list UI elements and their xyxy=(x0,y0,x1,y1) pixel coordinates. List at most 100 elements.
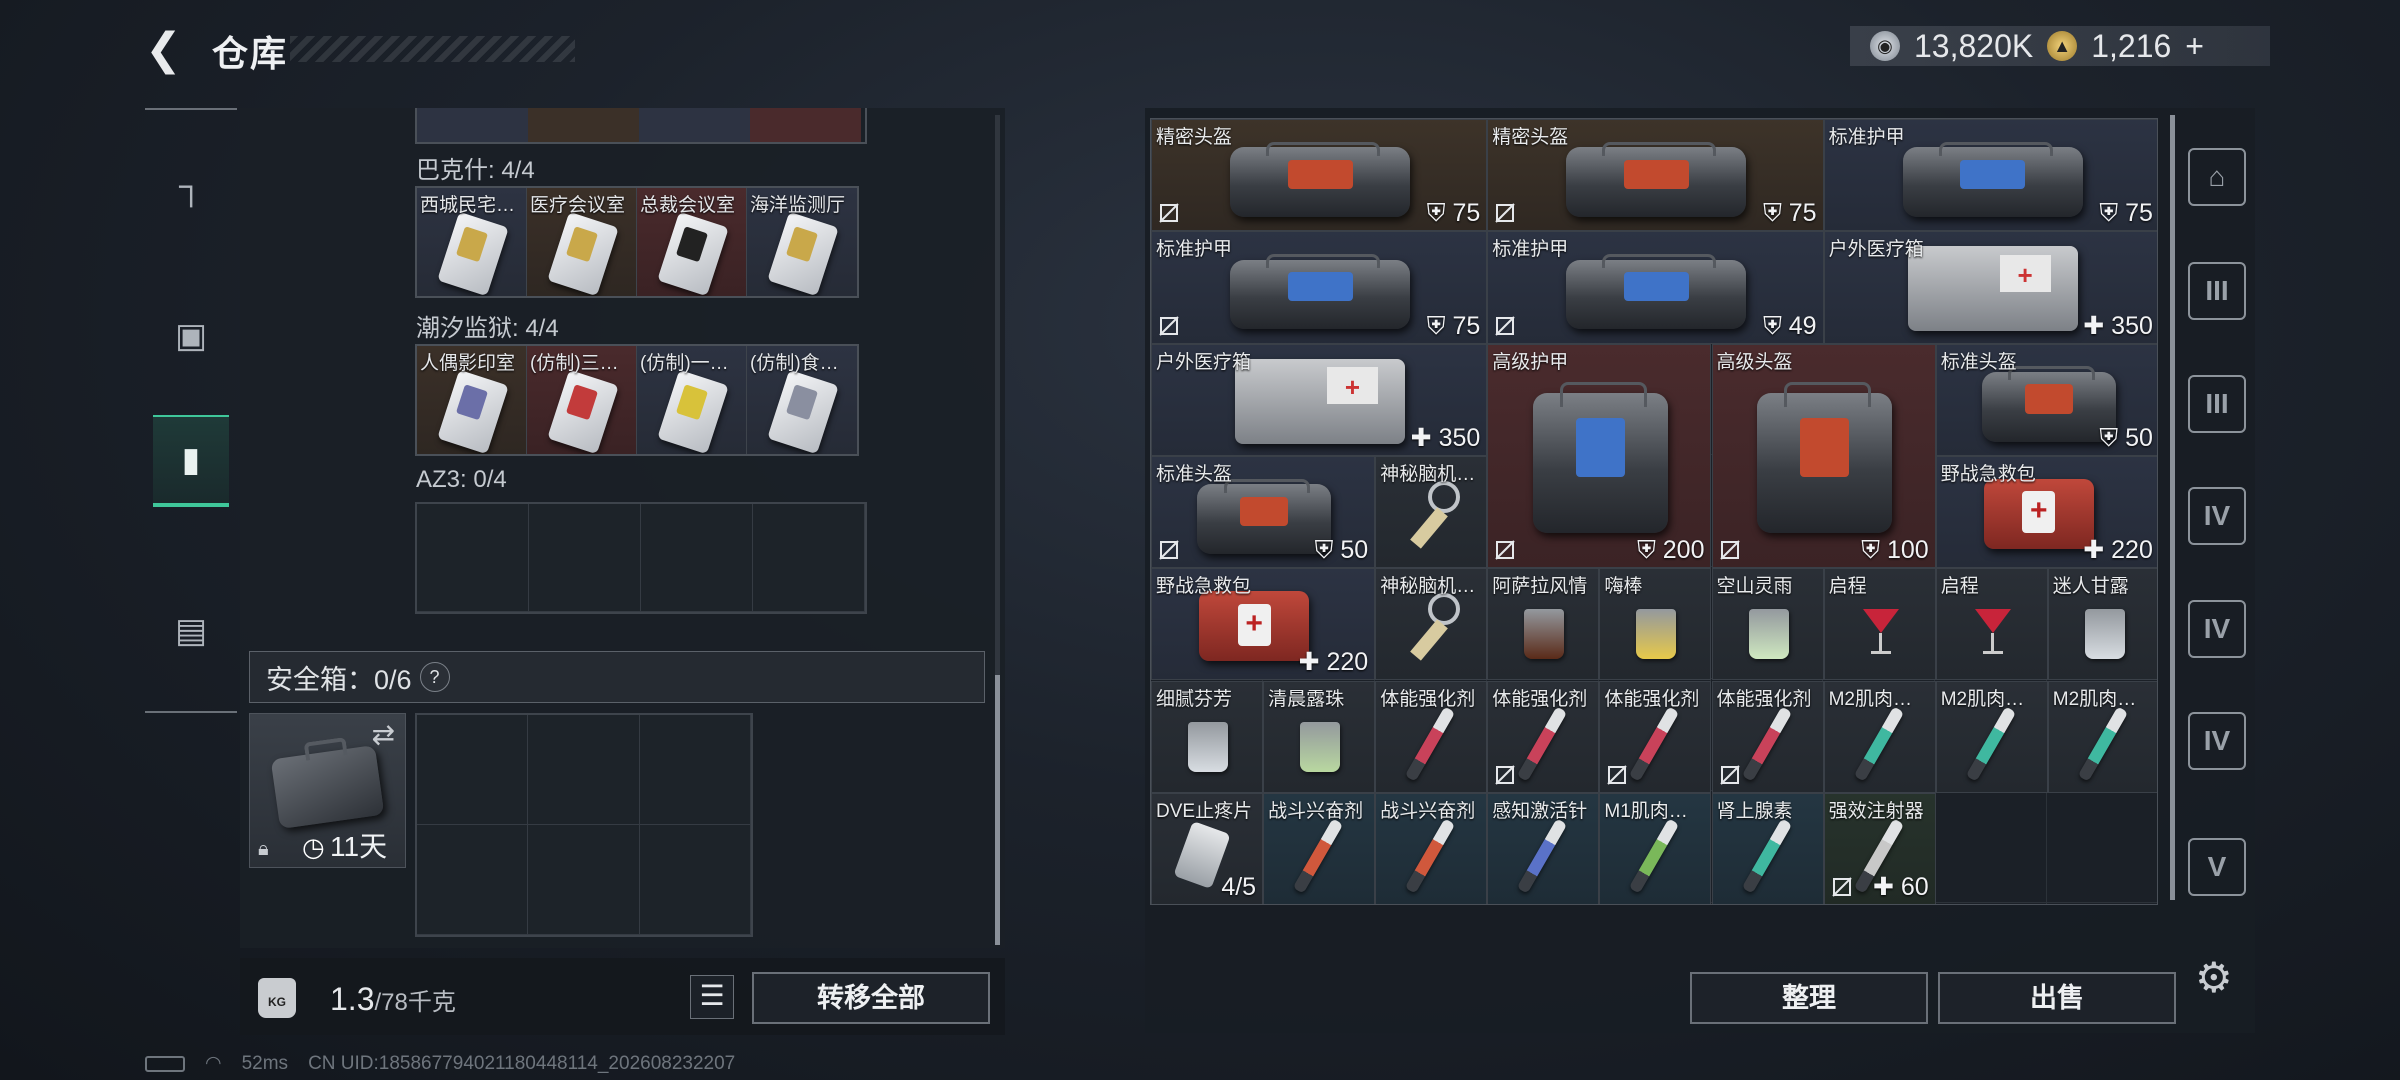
safebox-timer: 11天 xyxy=(330,831,388,862)
inventory-item[interactable]: 启程 xyxy=(1823,568,1936,681)
keycard-label: (仿制)食… xyxy=(750,353,839,374)
back-arrow-icon[interactable]: ❮ xyxy=(145,28,185,72)
inventory-item[interactable]: 高级护甲 ⛨ 200 xyxy=(1487,343,1712,569)
right-nav-label: V xyxy=(2207,851,2227,882)
safebox-container[interactable]: ⇄ 🔒︎ ◷ 11天 xyxy=(249,713,406,868)
inventory-item[interactable]: 神秘脑机… xyxy=(1375,568,1488,681)
keycard[interactable]: (仿制)三… xyxy=(527,346,637,454)
currency-bar: ◉ 13,820K ▲ 1,216 + xyxy=(1850,26,2270,66)
inventory-item[interactable]: 户外医疗箱 ✚ 350 xyxy=(1823,231,2157,344)
helmet-slot-icon[interactable]: ⌂ xyxy=(2188,148,2246,206)
keycard-icon xyxy=(767,369,839,454)
tier-3b-icon[interactable]: III xyxy=(2188,375,2246,433)
keycard-label: 医疗会议室 xyxy=(530,195,626,216)
heal-plus-icon: ✚ xyxy=(1298,648,1327,677)
list-view-button[interactable]: ☰ xyxy=(690,975,734,1019)
uid: CN UID:1858677940211804481​14_2026082322… xyxy=(308,1052,736,1074)
tier-3-icon[interactable]: III xyxy=(2188,262,2246,320)
heal-plus-icon: ✚ xyxy=(1410,423,1439,452)
ping: 52ms xyxy=(241,1052,289,1074)
transfer-all-button[interactable]: 转移全部 xyxy=(752,972,990,1024)
no-trade-icon xyxy=(1494,202,1516,224)
inventory-item[interactable]: 战斗兴奋剂 xyxy=(1375,792,1488,904)
item-name: 战斗兴奋剂 xyxy=(1380,800,1476,822)
inventory-item[interactable]: M1肌肉… xyxy=(1599,792,1712,904)
inventory-item[interactable]: 体能强化剂 xyxy=(1711,680,1824,793)
inventory-item[interactable]: 体能强化剂 xyxy=(1599,680,1712,793)
left-nav: ┐ ▣ ▮ ▤ xyxy=(145,108,237,713)
right-nav-label: IV xyxy=(2203,613,2231,644)
keycard-icon xyxy=(657,369,729,454)
inventory-item[interactable]: 启程 xyxy=(1935,568,2048,681)
inventory-item[interactable]: 强效注射器 ✚ 60 xyxy=(1823,792,1936,904)
inventory-item[interactable]: 战斗兴奋剂 xyxy=(1263,792,1376,904)
tier-4-tool-icon[interactable]: IV xyxy=(2188,712,2246,770)
status-bar: ◠ 52ms CN UID:1858677940211804481​14_202… xyxy=(145,1052,735,1075)
inventory-item[interactable]: DVE止疼片 4/5 xyxy=(1151,792,1264,904)
inventory-grid: 精密头盔 ⛨ 75 精密头盔 ⛨ 75 标准护甲 ⛨ 75 标准护甲 ⛨ 75 标准护甲 ⛨ 49… xyxy=(1150,118,2158,905)
sort-button[interactable]: 整理 xyxy=(1690,972,1928,1024)
inventory-item[interactable]: 标准护甲 ⛨ 49 xyxy=(1487,231,1824,344)
injector-icon xyxy=(1741,705,1792,782)
inventory-item[interactable]: 野战急救包 ✚ 220 xyxy=(1151,568,1376,681)
inventory-item[interactable]: 标准头盔 ⛨ 50 xyxy=(1935,343,2157,456)
right-scrollbar[interactable] xyxy=(2170,115,2175,900)
inventory-item[interactable]: M2肌肉… xyxy=(1823,680,1936,793)
inventory-item[interactable]: 肾上腺素 xyxy=(1711,792,1824,904)
inventory-item[interactable]: 标准头盔 ⛨ 50 xyxy=(1151,455,1376,569)
item-name: DVE止疼片 xyxy=(1156,800,1253,822)
nav-keycards[interactable]: ▮ xyxy=(153,415,229,507)
nav-tools[interactable]: ▤ xyxy=(145,585,237,677)
inventory-item[interactable]: 标准护甲 ⛨ 75 xyxy=(1823,119,2157,232)
keycard[interactable]: 海洋监测厅 xyxy=(747,188,857,296)
keycard[interactable]: 总裁会议室 xyxy=(637,188,747,296)
tier-4-folder-icon[interactable]: IV xyxy=(2188,600,2246,658)
item-value-wrap: ⛨ 75 xyxy=(1763,199,1817,228)
inventory-item[interactable]: 精密头盔 ⛨ 75 xyxy=(1151,119,1488,232)
keycard[interactable]: 人偶影印室 xyxy=(417,346,527,454)
keycard[interactable]: 医疗会议室 xyxy=(527,188,637,296)
inventory-item[interactable]: 嗨棒 xyxy=(1599,568,1712,681)
keycard[interactable]: 西城民宅… xyxy=(417,188,527,296)
inventory-item[interactable]: 野战急救包 ✚ 220 xyxy=(1935,455,2157,569)
inventory-item[interactable]: 迷人甘露 xyxy=(2047,568,2157,681)
left-scrollbar[interactable] xyxy=(995,115,1000,945)
safebox-slots[interactable] xyxy=(415,713,753,937)
drink-icon xyxy=(1524,609,1565,660)
durability-shield-icon: ⛨ xyxy=(1763,199,1789,228)
inventory-item[interactable]: 空山灵雨 xyxy=(1711,568,1824,681)
gear-icon[interactable]: ⚙ xyxy=(2195,953,2233,1002)
tier-5-tool-icon[interactable]: V xyxy=(2188,838,2246,896)
durability-shield-icon: ⛨ xyxy=(2099,423,2126,452)
item-value-wrap: ⛨ 50 xyxy=(1315,536,1369,565)
nav-weapons[interactable]: ┐ xyxy=(145,140,237,232)
item-name: 体能强化剂 xyxy=(1604,688,1700,710)
keycard[interactable]: (仿制)一… xyxy=(637,346,747,454)
inventory-item[interactable]: 精密头盔 ⛨ 75 xyxy=(1487,119,1824,232)
sell-button[interactable]: 出售 xyxy=(1938,972,2176,1024)
inventory-item[interactable]: 标准护甲 ⛨ 75 xyxy=(1151,231,1488,344)
inventory-item[interactable]: 体能强化剂 xyxy=(1375,680,1488,793)
inventory-item[interactable]: M2肌肉… xyxy=(2047,680,2157,793)
inventory-item[interactable]: 细腻芬芳 xyxy=(1151,680,1264,793)
tier-4-medkit-icon[interactable]: IV xyxy=(2188,487,2246,545)
briefcase-icon: ▤ xyxy=(174,612,208,650)
inventory-item[interactable]: 清晨露珠 xyxy=(1263,680,1376,793)
keycard[interactable]: (仿制)食… xyxy=(747,346,857,454)
swap-icon[interactable]: ⇄ xyxy=(372,718,395,751)
helmet-icon xyxy=(1981,366,2117,442)
keycard-label: (仿制)一… xyxy=(640,353,729,374)
help-button[interactable]: ? xyxy=(419,662,450,692)
inventory-item[interactable]: 体能强化剂 xyxy=(1487,680,1600,793)
helmet-icon xyxy=(1566,141,1747,217)
inventory-item[interactable]: M2肌肉… xyxy=(1935,680,2048,793)
inventory-item[interactable]: 感知激活针 xyxy=(1487,792,1600,904)
item-name: 神秘脑机… xyxy=(1380,576,1476,598)
inventory-item[interactable]: 高级头盔 ⛨ 100 xyxy=(1711,343,1936,569)
inventory-item[interactable]: 阿萨拉风情 xyxy=(1487,568,1600,681)
add-currency-button[interactable]: + xyxy=(2185,28,2204,65)
inventory-item[interactable]: 神秘脑机… xyxy=(1375,455,1488,569)
inventory-item[interactable]: 户外医疗箱 ✚ 350 xyxy=(1151,343,1488,456)
nav-backpack[interactable]: ▣ xyxy=(145,290,237,382)
safebox-case-icon xyxy=(270,745,385,829)
